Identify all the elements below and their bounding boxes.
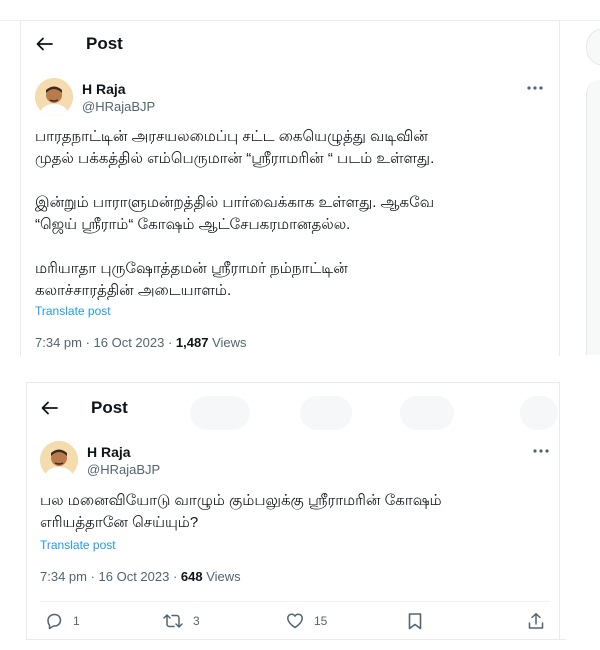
avatar[interactable]	[35, 78, 73, 116]
heart-icon	[287, 613, 303, 629]
post-header-top: Post	[34, 34, 123, 54]
tweet-line: இன்றும் பாராளுமன்றத்தில் பார்வைக்காக உள்…	[35, 194, 435, 211]
tweet-meta: 7:34 pm · 16 Oct 2023 · 648 Views	[40, 569, 241, 584]
blurred-nav-item	[400, 396, 454, 430]
reply-icon	[47, 613, 62, 630]
reply-count: 1	[73, 614, 80, 628]
side-panel-card	[586, 80, 600, 355]
views-count: 1,487	[175, 335, 209, 350]
tweet-line: எரியத்தானே செய்யும்?	[40, 514, 199, 531]
avatar[interactable]	[40, 441, 78, 479]
blurred-nav-item	[300, 396, 352, 430]
tweet-line: “ஜெய் ஸ்ரீராம்“ கோஷம் ஆட்சேபகரமானதல்ல.	[35, 216, 351, 233]
page-title: Post	[86, 34, 123, 53]
bookmark-button[interactable]	[407, 612, 423, 630]
timestamp[interactable]: 7:34 pm · 16 Oct 2023 ·	[40, 569, 181, 584]
translate-post-link[interactable]: Translate post	[40, 538, 116, 552]
tweet-line: முதல் பக்கத்தில் எம்பெருமான் “ஸ்ரீராமரின…	[35, 150, 435, 167]
blurred-nav-item	[520, 396, 558, 430]
tweet-line: பல மனைவியோடு வாழும் கும்பலுக்கு ஸ்ரீராமர…	[40, 492, 442, 509]
timestamp[interactable]: 7:34 pm · 16 Oct 2023 ·	[35, 335, 176, 350]
back-button[interactable]	[34, 34, 54, 54]
divider	[26, 639, 566, 640]
views-count: 648	[180, 569, 203, 584]
tweet-paragraph: மரியாதா புருஷோத்தமன் ஸ்ரீராமர் நம்நாட்டி…	[35, 258, 434, 302]
more-button[interactable]	[525, 78, 545, 98]
top-strip	[0, 0, 600, 21]
tweet-line: கலாச்சாரத்தின் அடையாளம்.	[35, 282, 232, 299]
like-count: 15	[314, 614, 328, 628]
more-button[interactable]	[531, 441, 551, 461]
more-horizontal-icon	[527, 86, 543, 90]
tweet-text: பல மனைவியோடு வாழும் கும்பலுக்கு ஸ்ரீராமர…	[40, 490, 442, 534]
screenshot-canvas: Post H Raja @HRajaBJP பாரதநாட்டின் அரசயல…	[0, 0, 600, 650]
author-handle[interactable]: @HRajaBJP	[82, 99, 155, 114]
repost-button[interactable]: 3	[163, 612, 200, 630]
like-button[interactable]: 15	[286, 612, 327, 630]
share-icon	[528, 613, 544, 629]
blurred-nav-item	[190, 396, 250, 430]
author-name[interactable]: H Raja	[82, 81, 126, 97]
repost-icon	[163, 614, 183, 628]
tweet-paragraph: இன்றும் பாராளுமன்றத்தில் பார்வைக்காக உள்…	[35, 192, 434, 236]
avatar-image	[35, 78, 73, 116]
tweet-line: மரியாதா புருஷோத்தமன் ஸ்ரீராமர் நம்நாட்டி…	[35, 260, 348, 277]
tweet-meta: 7:34 pm · 16 Oct 2023 · 1,487 Views	[35, 335, 247, 350]
translate-post-link[interactable]: Translate post	[35, 304, 111, 318]
bookmark-icon	[408, 613, 422, 630]
reply-button[interactable]: 1	[45, 612, 80, 630]
repost-count: 3	[193, 614, 200, 628]
page-title: Post	[91, 398, 128, 417]
tweet-text: பாரதநாட்டின் அரசயலமைப்பு சட்ட கையெழுத்து…	[35, 126, 434, 302]
side-panel-search	[586, 28, 600, 66]
arrow-left-icon	[41, 401, 58, 415]
views-label: Views	[208, 335, 247, 350]
post-header-bottom: Post	[39, 398, 128, 418]
share-button[interactable]	[527, 612, 545, 630]
author-handle[interactable]: @HRajaBJP	[87, 462, 160, 477]
tweet-paragraph: பாரதநாட்டின் அரசயலமைப்பு சட்ட கையெழுத்து…	[35, 126, 434, 170]
author-name[interactable]: H Raja	[87, 444, 131, 460]
back-button[interactable]	[39, 398, 59, 418]
tweet-line: பாரதநாட்டின் அரசயலமைப்பு சட்ட கையெழுத்து…	[35, 128, 428, 145]
more-horizontal-icon	[533, 449, 549, 453]
avatar-image	[40, 441, 78, 479]
views-label: Views	[202, 569, 241, 584]
arrow-left-icon	[36, 37, 53, 51]
